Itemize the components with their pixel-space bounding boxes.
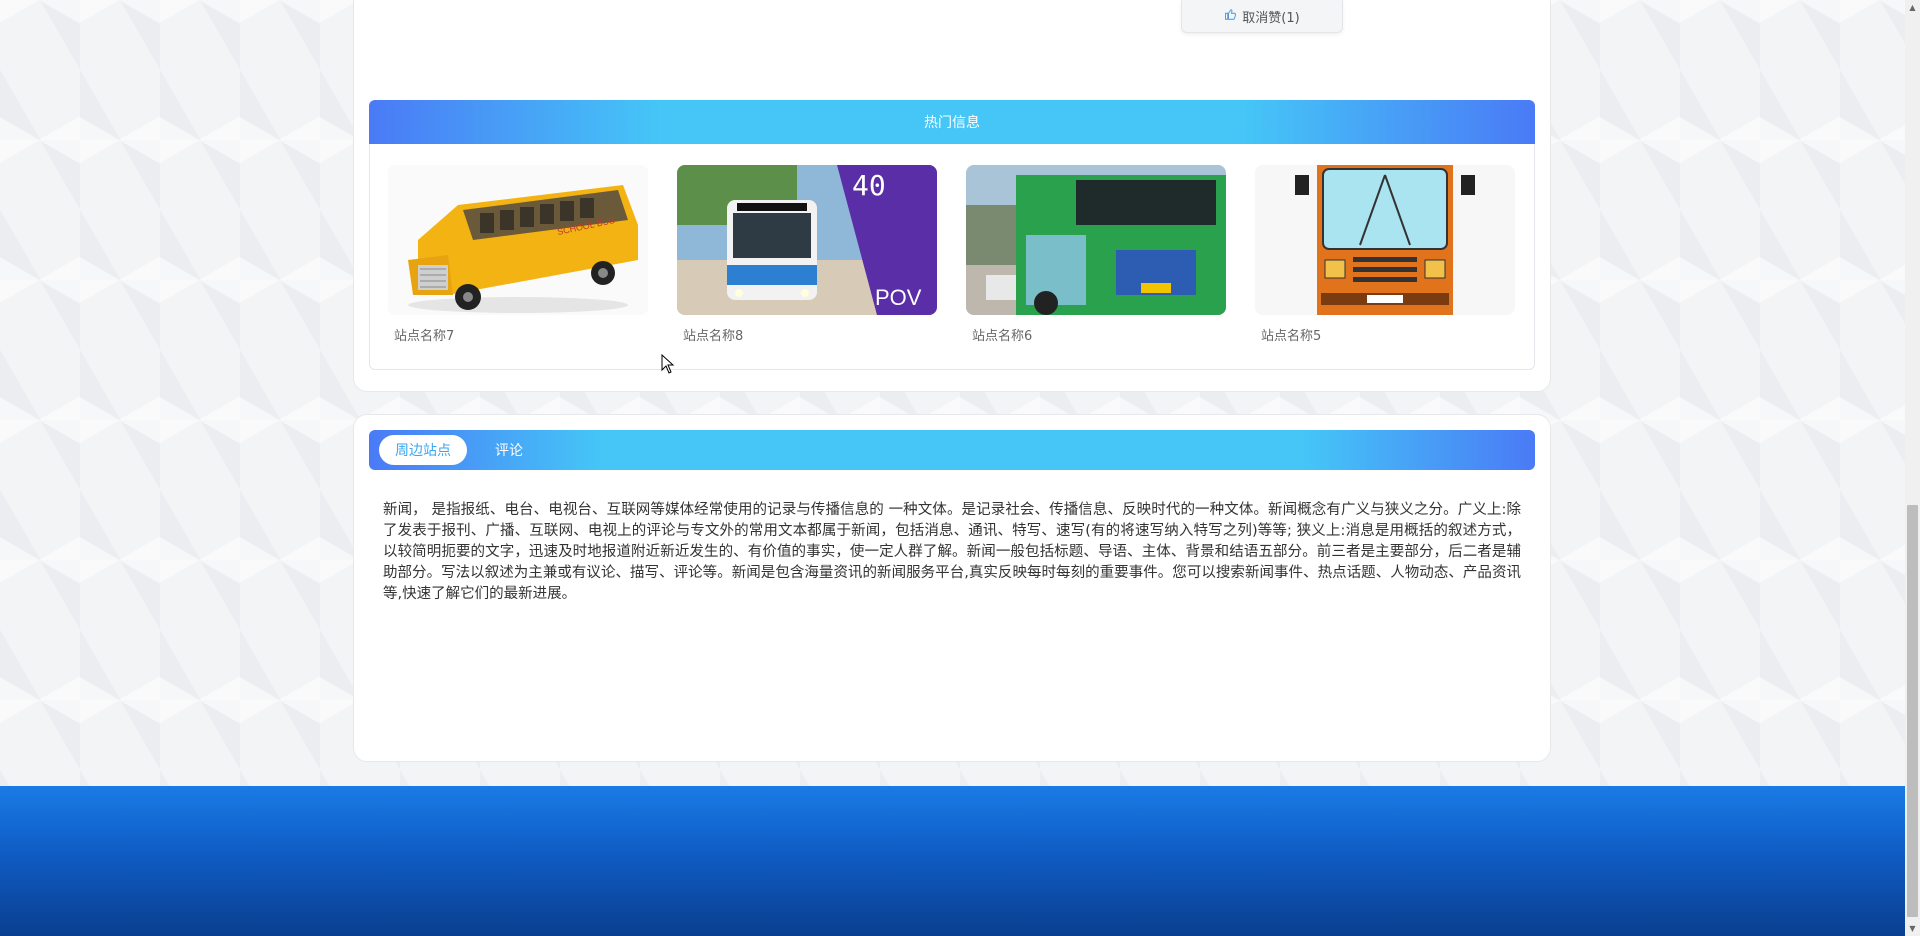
hot-info-header: 热门信息 [369, 100, 1535, 144]
svg-text:40: 40 [852, 169, 886, 202]
hot-item[interactable]: 站点名称6 [966, 165, 1226, 344]
tab-bar: 周边站点 评论 [369, 430, 1535, 470]
school-bus-image[interactable]: SCHOOL BUS [388, 165, 648, 315]
hot-info-title: 热门信息 [924, 115, 980, 131]
footer [0, 786, 1905, 936]
scrollbar-thumb[interactable] [1907, 505, 1918, 917]
hot-item[interactable]: 站点名称5 [1255, 165, 1515, 344]
scroll-down-arrow-icon[interactable]: ▼ [1905, 921, 1920, 936]
hot-item[interactable]: 40 POV 站点名称8 [677, 165, 937, 344]
hot-item-name[interactable]: 站点名称5 [1255, 325, 1515, 344]
orange-bus-image[interactable] [1255, 165, 1515, 315]
city-bus-image[interactable]: 40 POV [677, 165, 937, 315]
article-text: 新闻， 是指报纸、电台、电视台、互联网等媒体经常使用的记录与传播信息的 一种文体… [383, 502, 1521, 602]
tab-comments[interactable]: 评论 [479, 435, 539, 465]
hot-item-name[interactable]: 站点名称7 [388, 325, 648, 344]
mouse-cursor-icon [661, 354, 675, 374]
green-bus-image[interactable] [966, 165, 1226, 315]
thumb-up-icon [1224, 8, 1237, 24]
tab-nearby-stations[interactable]: 周边站点 [379, 435, 467, 465]
hot-item-name[interactable]: 站点名称8 [677, 325, 937, 344]
svg-text:POV: POV [875, 285, 922, 310]
hot-item[interactable]: SCHOOL BUS 站点名称7 [388, 165, 648, 344]
hot-item-name[interactable]: 站点名称6 [966, 325, 1226, 344]
unlike-button-label: 取消赞(1) [1242, 10, 1300, 26]
scrollbar[interactable]: ▲ ▼ [1905, 0, 1920, 936]
unlike-button[interactable]: 取消赞(1) [1181, 0, 1343, 33]
scroll-up-arrow-icon[interactable]: ▲ [1905, 0, 1920, 15]
